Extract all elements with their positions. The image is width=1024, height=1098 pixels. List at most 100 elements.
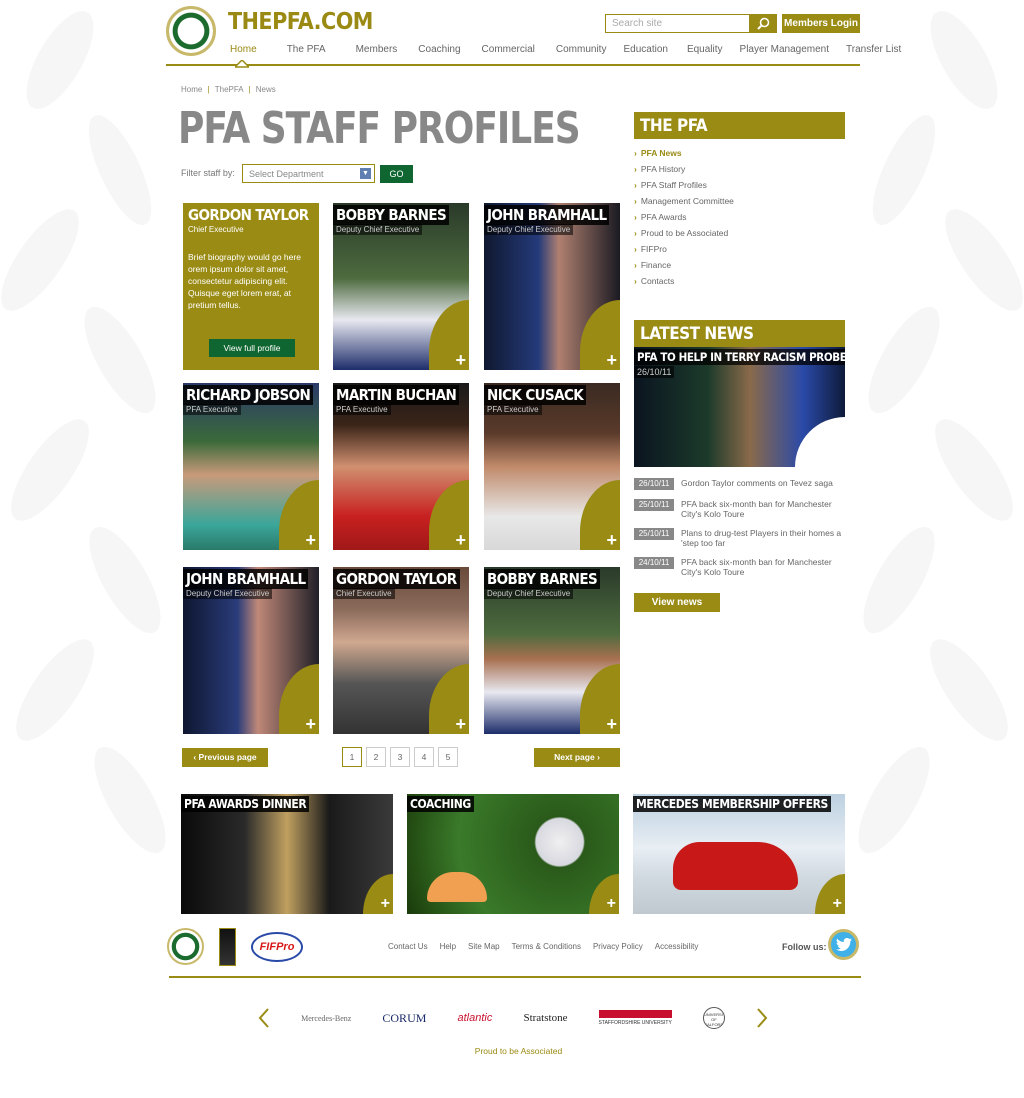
page-1[interactable]: 1	[342, 747, 362, 767]
footer-pfa-logo[interactable]	[219, 928, 236, 966]
go-button[interactable]: GO	[380, 165, 413, 183]
profile-tile-featured[interactable]: GORDON TAYLOR Chief Executive Brief biog…	[183, 203, 319, 370]
nav-the-pfa[interactable]: The PFA	[266, 44, 335, 64]
profile-tile[interactable]: + NICK CUSACK PFA Executive	[484, 383, 620, 550]
profile-name: NICK CUSACK	[484, 385, 587, 405]
profile-tile[interactable]: + JOHN BRAMHALL Deputy Chief Executive	[183, 567, 319, 734]
profile-bio: Brief biography would go here orem ipsum…	[188, 252, 301, 310]
plus-icon: +	[606, 895, 616, 912]
chevron-right-icon[interactable]	[756, 1008, 768, 1028]
footer-contact-us[interactable]: Contact Us	[388, 942, 428, 951]
profile-role: PFA Executive	[333, 404, 391, 415]
nav-members[interactable]: Members	[335, 44, 407, 64]
plus-icon: +	[606, 350, 617, 370]
sidebar-item-fifpro[interactable]: FIFPro	[634, 243, 734, 259]
nav-player-management[interactable]: Player Management	[732, 44, 839, 64]
footer-site-map[interactable]: Site Map	[468, 942, 500, 951]
view-full-profile-button[interactable]: View full profile	[209, 339, 295, 357]
footer-pfa-crest[interactable]	[167, 928, 204, 965]
previous-page-button[interactable]: ‹ Previous page	[182, 748, 268, 767]
footer-accessibility[interactable]: Accessibility	[655, 942, 699, 951]
profile-name: BOBBY BARNES	[333, 205, 450, 225]
sponsor-virgin-atlantic-logo[interactable]: atlantic	[458, 1012, 493, 1024]
twitter-button[interactable]	[828, 929, 859, 960]
news-date: 26/10/11	[634, 478, 674, 490]
news-item[interactable]: 25/10/11 PFA back six-month ban for Manch…	[634, 499, 845, 519]
sponsor-mercedes-logo[interactable]: Mercedes-Benz	[301, 1014, 351, 1023]
profile-role: Deputy Chief Executive	[183, 588, 273, 599]
news-item[interactable]: 25/10/11 Plans to drug-test Players in th…	[634, 528, 845, 548]
footer-privacy[interactable]: Privacy Policy	[593, 942, 643, 951]
page-2[interactable]: 2	[366, 747, 386, 767]
sponsor-corum-logo[interactable]: CORUM	[382, 1011, 426, 1026]
profile-role: Deputy Chief Executive	[484, 588, 574, 599]
sponsor-salford-logo[interactable]: UNIVERSITY OF SALFORD	[702, 1007, 725, 1029]
news-item[interactable]: 24/10/11 PFA back six-month ban for Manch…	[634, 557, 845, 577]
page-4[interactable]: 4	[414, 747, 434, 767]
sidebar-item-staff-profiles[interactable]: PFA Staff Profiles	[634, 179, 734, 195]
breadcrumb-home[interactable]: Home	[181, 85, 202, 94]
nav-community[interactable]: Community	[544, 44, 616, 64]
profile-name: RICHARD JOBSON	[183, 385, 314, 405]
plus-icon: +	[380, 895, 390, 912]
profile-tile[interactable]: + BOBBY BARNES Deputy Chief Executive	[484, 567, 620, 734]
promo-label: COACHING	[407, 796, 474, 812]
next-page-button[interactable]: Next page ›	[534, 748, 620, 767]
nav-equality[interactable]: Equality	[677, 44, 732, 64]
profile-role: Chief Executive	[333, 588, 395, 599]
site-title[interactable]: THEPFA.COM	[228, 9, 373, 35]
sidebar-item-pfa-news[interactable]: PFA News	[634, 147, 734, 163]
profile-name: MARTIN BUCHAN	[333, 385, 460, 405]
news-headline: Plans to drug-test Players in their home…	[681, 528, 842, 548]
news-feature[interactable]: PFA TO HELP IN TERRY RACISM PROBE 26/10/…	[634, 347, 845, 467]
members-login-button[interactable]: Members Login	[782, 14, 860, 33]
breadcrumb: Home | ThePFA | News	[181, 85, 276, 94]
news-date: 25/10/11	[634, 528, 674, 540]
plus-icon: +	[455, 714, 466, 734]
footer-terms[interactable]: Terms & Conditions	[512, 942, 581, 951]
nav-education[interactable]: Education	[615, 44, 676, 64]
sidebar-item-proud-associated[interactable]: Proud to be Associated	[634, 227, 734, 243]
department-select[interactable]: Select Department ▼	[242, 164, 375, 183]
sponsor-stratstone-logo[interactable]: Stratstone	[523, 1012, 567, 1024]
promo-coaching[interactable]: + COACHING	[407, 794, 619, 914]
promo-mercedes[interactable]: + MERCEDES MEMBERSHIP OFFERS	[633, 794, 845, 914]
news-feature-date: 26/10/11	[634, 366, 675, 378]
news-headline: PFA back six-month ban for Manchester Ci…	[681, 557, 832, 577]
chevron-left-icon[interactable]	[258, 1008, 270, 1028]
profile-tile[interactable]: + JOHN BRAMHALL Deputy Chief Executive	[484, 203, 620, 370]
search-button[interactable]	[750, 14, 777, 33]
sponsor-staffordshire-logo[interactable]: STAFFORDSHIRE UNIVERSITY	[598, 1010, 672, 1026]
page-3[interactable]: 3	[390, 747, 410, 767]
nav-commercial[interactable]: Commercial	[470, 44, 544, 64]
profile-tile[interactable]: + BOBBY BARNES Deputy Chief Executive	[333, 203, 469, 370]
sidebar-item-pfa-awards[interactable]: PFA Awards	[634, 211, 734, 227]
news-feature-title: PFA TO HELP IN TERRY RACISM PROBE	[634, 349, 845, 365]
sidebar-item-pfa-history[interactable]: PFA History	[634, 163, 734, 179]
profile-tile[interactable]: + GORDON TAYLOR Chief Executive	[333, 567, 469, 734]
sidebar-item-finance[interactable]: Finance	[634, 259, 734, 275]
nav-coaching[interactable]: Coaching	[406, 44, 469, 64]
nav-home[interactable]: Home	[166, 44, 266, 64]
breadcrumb-news[interactable]: News	[256, 85, 276, 94]
profile-tile[interactable]: + RICHARD JOBSON PFA Executive	[183, 383, 319, 550]
view-news-archive-button[interactable]: View news archive	[634, 593, 720, 627]
profile-role: Deputy Chief Executive	[333, 224, 423, 235]
page-5[interactable]: 5	[438, 747, 458, 767]
breadcrumb-thepfa[interactable]: ThePFA	[215, 85, 243, 94]
sidebar-item-management-committee[interactable]: Management Committee	[634, 195, 734, 211]
promo-awards-dinner[interactable]: + PFA AWARDS DINNER	[181, 794, 393, 914]
fifpro-logo[interactable]: FIFPro	[251, 932, 303, 962]
footer-divider	[169, 976, 861, 978]
sidebar-item-contacts[interactable]: Contacts	[634, 275, 734, 291]
profile-tile[interactable]: + MARTIN BUCHAN PFA Executive	[333, 383, 469, 550]
profile-name: GORDON TAYLOR	[333, 569, 460, 589]
proud-to-be-associated[interactable]: Proud to be Associated	[166, 1046, 871, 1056]
sponsor-carousel: Mercedes-Benz CORUM atlantic Stratstone …	[258, 1000, 768, 1036]
search-input[interactable]: Search site	[605, 14, 750, 33]
nav-active-pointer	[235, 60, 249, 68]
nav-transfer-list[interactable]: Transfer List	[838, 44, 910, 64]
news-item[interactable]: 26/10/11 Gordon Taylor comments on Tevez …	[634, 478, 845, 490]
footer-help[interactable]: Help	[440, 942, 456, 951]
chevron-right-icon: ›	[594, 752, 600, 762]
